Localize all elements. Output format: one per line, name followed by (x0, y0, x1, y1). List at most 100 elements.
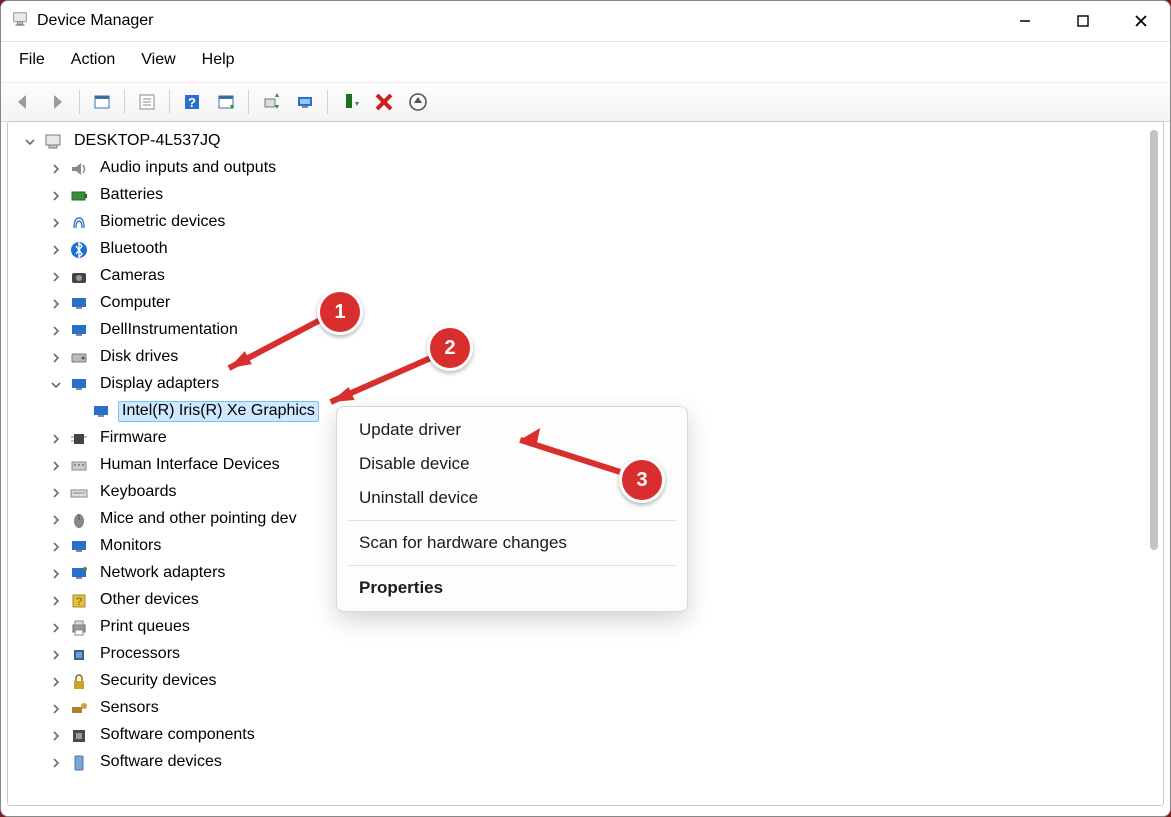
tree-item-display-adapters[interactable]: Display adapters (16, 371, 1145, 398)
tree-item-label: Software devices (96, 752, 226, 772)
maximize-button[interactable] (1054, 1, 1112, 41)
uninstall-device-button[interactable] (404, 88, 432, 116)
tree-item-sensors[interactable]: Sensors (16, 695, 1145, 722)
chevron-right-icon[interactable] (46, 726, 66, 746)
chevron-right-icon[interactable] (46, 591, 66, 611)
scan-hardware-button[interactable] (291, 88, 319, 116)
tree-item-print[interactable]: Print queues (16, 614, 1145, 641)
tree-item-disk[interactable]: Disk drives (16, 344, 1145, 371)
chevron-right-icon[interactable] (46, 753, 66, 773)
tree-item-label: Computer (96, 293, 174, 313)
tree-item-label: Security devices (96, 671, 221, 691)
minimize-button[interactable] (996, 1, 1054, 41)
tree-item-label: Cameras (96, 266, 169, 286)
tree-root-label: DESKTOP-4L537JQ (70, 131, 224, 151)
scroll-thumb[interactable] (1150, 130, 1158, 550)
camera-icon (68, 266, 90, 288)
device-manager-window: Device Manager File Action View Help (0, 0, 1171, 817)
show-hidden-button[interactable] (88, 88, 116, 116)
menubar: File Action View Help (1, 42, 1170, 83)
chevron-right-icon[interactable] (46, 213, 66, 233)
tree-item-audio[interactable]: Audio inputs and outputs (16, 155, 1145, 182)
menu-action[interactable]: Action (67, 49, 119, 71)
tree-item-security[interactable]: Security devices (16, 668, 1145, 695)
tree-root[interactable]: DESKTOP-4L537JQ (16, 128, 1145, 155)
chevron-right-icon[interactable] (46, 186, 66, 206)
nav-forward-button[interactable] (43, 88, 71, 116)
properties-button[interactable] (133, 88, 161, 116)
nav-back-button[interactable] (9, 88, 37, 116)
chevron-right-icon[interactable] (46, 564, 66, 584)
chevron-right-icon[interactable] (46, 537, 66, 557)
caret-none (74, 402, 88, 422)
app-icon (11, 10, 29, 32)
tree-item-label: Intel(R) Iris(R) Xe Graphics (118, 401, 319, 421)
tree-item-label: DellInstrumentation (96, 320, 242, 340)
enable-device-button[interactable] (336, 88, 364, 116)
tree-item-cameras[interactable]: Cameras (16, 263, 1145, 290)
tree-item-biometric[interactable]: Biometric devices (16, 209, 1145, 236)
tree-item-sw-devices[interactable]: Software devices (16, 749, 1145, 776)
context-menu: Update driver Disable device Uninstall d… (336, 406, 688, 612)
tree-item-processors[interactable]: Processors (16, 641, 1145, 668)
menu-properties[interactable]: Properties (337, 571, 687, 605)
computer-icon (42, 131, 64, 153)
menu-update-driver[interactable]: Update driver (337, 413, 687, 447)
tree-item-dell[interactable]: DellInstrumentation (16, 317, 1145, 344)
tree-item-label: Bluetooth (96, 239, 172, 259)
tree-item-label: Biometric devices (96, 212, 229, 232)
tree-item-label: Audio inputs and outputs (96, 158, 280, 178)
chevron-down-icon[interactable] (46, 375, 66, 395)
action-button[interactable] (212, 88, 240, 116)
menu-scan-hardware[interactable]: Scan for hardware changes (337, 526, 687, 560)
monitor-icon (68, 320, 90, 342)
chevron-right-icon[interactable] (46, 618, 66, 638)
annotation-badge-2: 2 (427, 325, 473, 371)
printer-icon (68, 617, 90, 639)
tree-item-bluetooth[interactable]: Bluetooth (16, 236, 1145, 263)
tree-item-batteries[interactable]: Batteries (16, 182, 1145, 209)
tree-item-label: Network adapters (96, 563, 229, 583)
chevron-right-icon[interactable] (46, 267, 66, 287)
chevron-right-icon[interactable] (46, 645, 66, 665)
chevron-right-icon[interactable] (46, 159, 66, 179)
vertical-scrollbar[interactable] (1147, 126, 1161, 801)
chevron-right-icon[interactable] (46, 240, 66, 260)
monitor-icon (68, 293, 90, 315)
help-button[interactable]: ? (178, 88, 206, 116)
menu-view[interactable]: View (137, 49, 179, 71)
window-title: Device Manager (37, 12, 154, 30)
tree-item-sw-components[interactable]: Software components (16, 722, 1145, 749)
menu-separator (347, 520, 677, 521)
chevron-right-icon[interactable] (46, 294, 66, 314)
chevron-right-icon[interactable] (46, 510, 66, 530)
menu-help[interactable]: Help (198, 49, 239, 71)
software-device-icon (68, 752, 90, 774)
chevron-right-icon[interactable] (46, 348, 66, 368)
tree-item-label: Other devices (96, 590, 203, 610)
monitor-icon (90, 401, 112, 423)
chevron-right-icon[interactable] (46, 456, 66, 476)
mouse-icon (68, 509, 90, 531)
close-button[interactable] (1112, 1, 1170, 41)
keyboard-icon (68, 482, 90, 504)
titlebar: Device Manager (1, 1, 1170, 42)
tree-item-label: Monitors (96, 536, 165, 556)
disable-device-button[interactable] (370, 88, 398, 116)
menu-file[interactable]: File (15, 49, 49, 71)
tree-item-label: Display adapters (96, 374, 223, 394)
chevron-right-icon[interactable] (46, 483, 66, 503)
chevron-right-icon[interactable] (46, 321, 66, 341)
chevron-right-icon[interactable] (46, 672, 66, 692)
chevron-down-icon[interactable] (20, 132, 40, 152)
tree-item-computer[interactable]: Computer (16, 290, 1145, 317)
chevron-right-icon[interactable] (46, 699, 66, 719)
fingerprint-icon (68, 212, 90, 234)
update-driver-button[interactable] (257, 88, 285, 116)
tree-item-label: Processors (96, 644, 184, 664)
unknown-device-icon: ? (68, 590, 90, 612)
tree-item-label: Keyboards (96, 482, 181, 502)
chevron-right-icon[interactable] (46, 429, 66, 449)
component-icon (68, 725, 90, 747)
toolbar: ? (1, 83, 1170, 122)
